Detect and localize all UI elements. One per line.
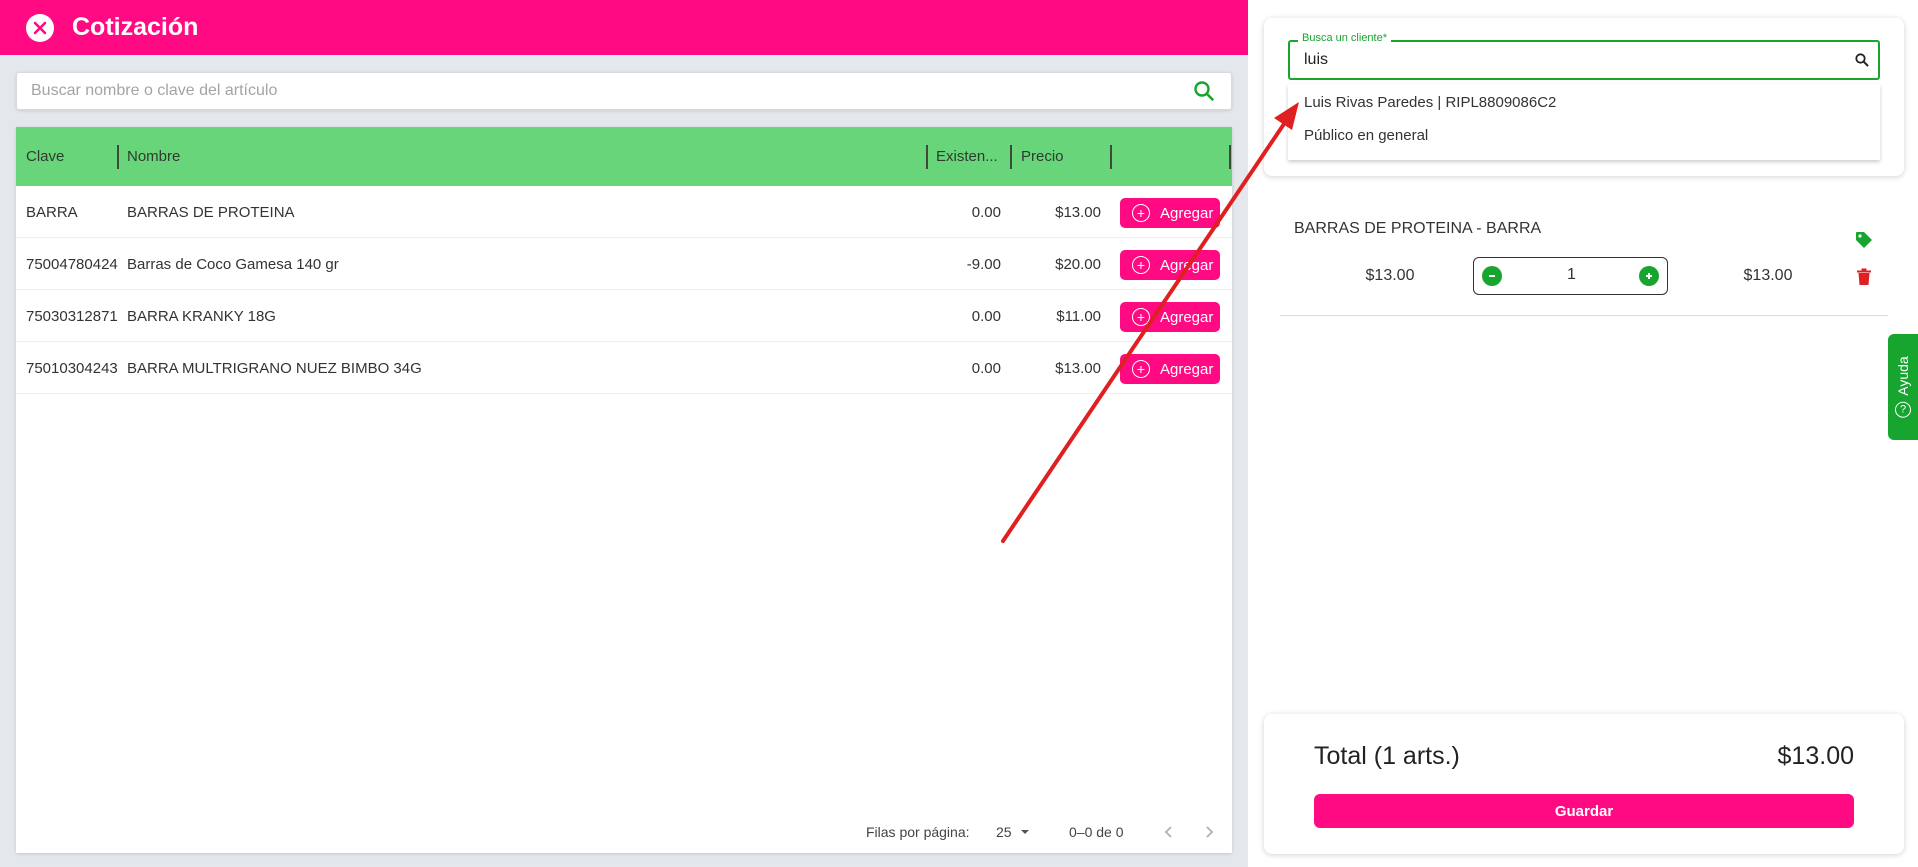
chevron-right-icon <box>1206 826 1214 838</box>
add-button[interactable]: + Agregar <box>1120 302 1220 332</box>
cell-existencia: -9.00 <box>966 255 1001 273</box>
help-label: Ayuda <box>1895 356 1911 396</box>
rows-per-page-label: Filas por página: <box>866 824 970 840</box>
client-search-field: Busca un cliente* <box>1288 32 1880 80</box>
save-button[interactable]: Guardar <box>1314 794 1854 828</box>
total-label: Total (1 arts.) <box>1314 742 1460 770</box>
decrease-quantity-button[interactable] <box>1482 266 1502 286</box>
add-circle-icon: + <box>1132 360 1150 378</box>
client-search-label: Busca un cliente* <box>1298 32 1391 44</box>
add-circle-icon: + <box>1132 256 1150 274</box>
cell-nombre: BARRA KRANKY 18G <box>127 307 276 325</box>
column-header-precio[interactable]: Precio <box>1021 127 1064 186</box>
column-separator[interactable] <box>926 145 928 169</box>
increase-quantity-button[interactable] <box>1639 266 1659 286</box>
chevron-left-icon <box>1164 826 1172 838</box>
prev-page-button[interactable] <box>1162 817 1176 847</box>
add-button[interactable]: + Agregar <box>1120 198 1220 228</box>
total-amount: $13.00 <box>1777 742 1854 770</box>
help-tab[interactable]: ? Ayuda <box>1888 334 1918 440</box>
client-option[interactable]: Público en general <box>1304 121 1428 149</box>
quantity-value[interactable]: 1 <box>1534 266 1609 284</box>
cell-clave: 7503031287193 <box>26 307 118 325</box>
add-button-label: Agregar <box>1160 360 1214 378</box>
client-dropdown: Luis Rivas Paredes | RIPL8809086C2 Públi… <box>1288 84 1880 160</box>
product-search-bar <box>16 72 1232 110</box>
table-row: 7503031287193 BARRA KRANKY 18G 0.00 $11.… <box>16 290 1232 342</box>
search-icon[interactable] <box>1191 78 1217 104</box>
cart-item-divider <box>1280 315 1888 316</box>
close-button[interactable] <box>26 13 54 42</box>
cell-existencia: 0.00 <box>971 203 1001 221</box>
tag-icon[interactable] <box>1854 230 1874 250</box>
page-title: Cotización <box>72 13 199 41</box>
cell-existencia: 0.00 <box>971 307 1001 325</box>
cart-item-line-total: $13.00 <box>1743 267 1793 284</box>
add-circle-icon: + <box>1132 308 1150 326</box>
products-table: Clave Nombre Existen... Precio BARRA BAR… <box>16 127 1232 853</box>
column-separator[interactable] <box>1010 145 1012 169</box>
cell-precio: $11.00 <box>1056 307 1101 325</box>
plus-icon <box>1646 273 1652 279</box>
client-search-input[interactable] <box>1304 51 1844 69</box>
cell-precio: $13.00 <box>1055 203 1101 221</box>
cell-nombre: BARRA MULTRIGRANO NUEZ BIMBO 34G <box>127 359 422 377</box>
column-header-clave[interactable]: Clave <box>26 127 64 186</box>
cell-precio: $13.00 <box>1055 359 1101 377</box>
client-option[interactable]: Luis Rivas Paredes | RIPL8809086C2 <box>1304 88 1556 116</box>
cell-existencia: 0.00 <box>971 359 1001 377</box>
column-separator[interactable] <box>117 145 119 169</box>
column-header-existencia[interactable]: Existen... <box>936 127 998 186</box>
table-row: 7501030424398 BARRA MULTRIGRANO NUEZ BIM… <box>16 342 1232 394</box>
cart-item-title: BARRAS DE PROTEINA - BARRA <box>1294 220 1542 237</box>
add-button[interactable]: + Agregar <box>1120 354 1220 384</box>
pagination-range: 0–0 de 0 <box>1069 824 1124 840</box>
table-row: BARRA BARRAS DE PROTEINA 0.00 $13.00 + Ag… <box>16 186 1232 238</box>
rows-per-page-value: 25 <box>996 824 1012 840</box>
column-separator[interactable] <box>1110 145 1112 169</box>
close-icon <box>33 21 47 34</box>
add-button-label: Agregar <box>1160 308 1214 326</box>
product-panel: Cotización Clave Nombre Existen... Preci… <box>0 0 1248 867</box>
column-header-nombre[interactable]: Nombre <box>127 127 180 186</box>
cell-clave: 7501030424398 <box>26 359 118 377</box>
caret-down-icon <box>1020 830 1029 834</box>
quantity-stepper: 1 <box>1473 257 1668 295</box>
rows-per-page-select[interactable]: 25 <box>996 817 1032 847</box>
cell-nombre: Barras de Coco Gamesa 140 gr <box>127 255 339 273</box>
total-card: Total (1 arts.) $13.00 Guardar <box>1264 714 1904 854</box>
search-icon[interactable] <box>1854 52 1870 68</box>
cell-nombre: BARRAS DE PROTEINA <box>127 203 295 221</box>
add-circle-icon: + <box>1132 204 1150 222</box>
cart-item-unit-price: $13.00 <box>1365 267 1415 284</box>
table-pagination: Filas por página: 25 0–0 de 0 <box>16 817 1232 847</box>
header-bar: Cotización <box>0 0 1248 55</box>
help-tab-content: ? Ayuda <box>1895 356 1911 418</box>
add-button-label: Agregar <box>1160 256 1214 274</box>
minus-icon <box>1489 275 1495 277</box>
table-header: Clave Nombre Existen... Precio <box>16 127 1232 186</box>
product-search-input[interactable] <box>31 82 1191 100</box>
column-separator[interactable] <box>1229 145 1231 169</box>
cell-clave: BARRA <box>26 203 78 221</box>
add-button[interactable]: + Agregar <box>1120 250 1220 280</box>
table-row: 7500478042428 Barras de Coco Gamesa 140 … <box>16 238 1232 290</box>
add-button-label: Agregar <box>1160 204 1214 222</box>
trash-icon[interactable] <box>1856 268 1872 286</box>
quote-panel: Busca un cliente* Luis Rivas Paredes | R… <box>1248 0 1918 867</box>
client-search-card: Busca un cliente* Luis Rivas Paredes | R… <box>1264 18 1904 176</box>
cell-clave: 7500478042428 <box>26 255 118 273</box>
help-icon: ? <box>1895 401 1911 418</box>
cell-precio: $20.00 <box>1055 255 1101 273</box>
next-page-button[interactable] <box>1202 817 1216 847</box>
